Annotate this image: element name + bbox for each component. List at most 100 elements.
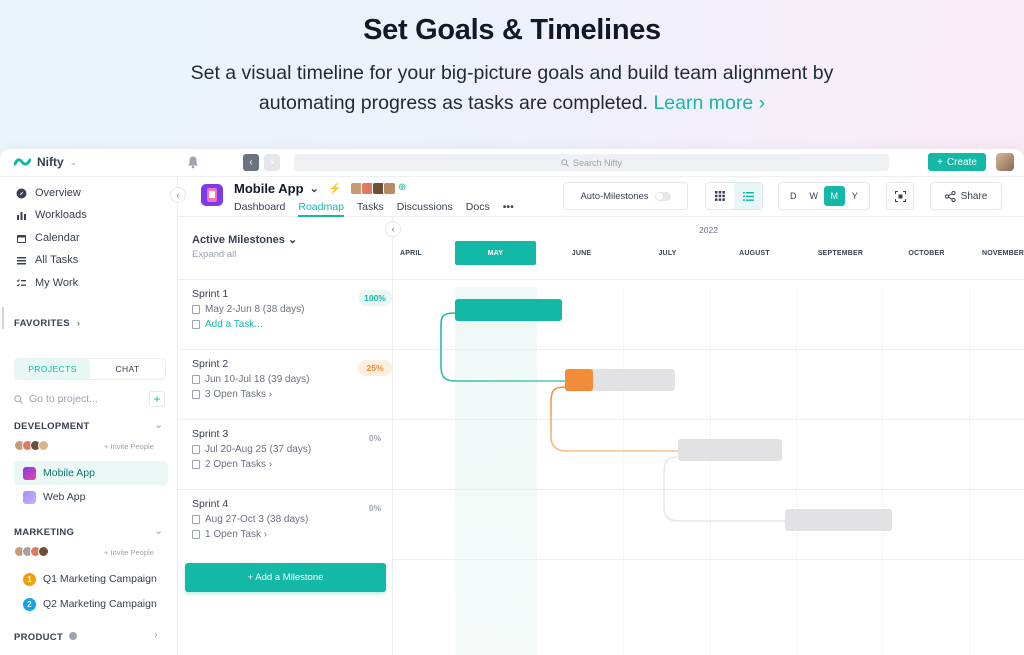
create-button[interactable]: + Create — [928, 153, 986, 171]
sidebar-item-calendar[interactable]: Calendar — [16, 232, 80, 244]
milestone-row[interactable]: Sprint 3 Jul 20-Aug 25 (37 days) 2 Open … — [178, 419, 393, 489]
milestone-row[interactable]: Sprint 4 Aug 27-Oct 3 (38 days) 1 Open T… — [178, 489, 393, 559]
gantt-bar-sprint-4[interactable] — [785, 509, 892, 531]
milestone-tasks[interactable]: Add a Task... — [192, 319, 263, 330]
chevron-down-icon[interactable]: ⌄ — [154, 524, 163, 537]
invite-people-link[interactable]: + Invite People — [104, 548, 154, 557]
calendar-icon — [192, 375, 200, 384]
hero-subtitle: Set a visual timeline for your big-pictu… — [150, 58, 874, 118]
calendar-icon — [192, 445, 200, 454]
active-milestones-dropdown[interactable]: Active Milestones ⌄ — [192, 233, 297, 246]
dependency-connectors — [440, 312, 785, 522]
milestone-row[interactable]: Sprint 2 Jun 10-Jul 18 (39 days) 3 Open … — [178, 349, 393, 419]
milestone-name: Sprint 4 — [192, 498, 229, 510]
timeline-back-button[interactable]: ‹ — [385, 221, 401, 237]
connector-sprint1-sprint2 — [440, 312, 565, 382]
section-development[interactable]: DEVELOPMENT — [14, 421, 90, 432]
share-button[interactable]: Share — [930, 182, 1002, 210]
milestone-date-text: Aug 27-Oct 3 (38 days) — [205, 514, 309, 525]
scale-week[interactable]: W — [804, 186, 825, 206]
milestone-tasks[interactable]: 2 Open Tasks › — [192, 459, 272, 470]
sidebar-item-all-tasks[interactable]: All Tasks — [16, 254, 78, 266]
sidebar-item-overview[interactable]: Overview — [16, 187, 81, 199]
brand[interactable]: Nifty ⌄ — [14, 155, 77, 169]
open-tasks-link: 3 Open Tasks › — [205, 389, 273, 400]
sidebar-item-my-work[interactable]: My Work — [16, 277, 78, 289]
sidebar-item-label: Workloads — [35, 209, 87, 221]
scale-day[interactable]: D — [783, 186, 804, 206]
milestone-tasks[interactable]: 3 Open Tasks › — [192, 389, 272, 400]
team-avatars — [14, 440, 49, 451]
tab-projects[interactable]: PROJECTS — [15, 359, 90, 379]
calendar-icon — [17, 234, 26, 243]
chevron-right-icon[interactable]: › — [154, 629, 158, 641]
project-web-app[interactable]: Web App — [14, 485, 168, 509]
add-member-icon[interactable]: ⊕ — [398, 182, 406, 193]
forward-button[interactable]: › — [264, 154, 280, 171]
gantt-bar-sprint-1[interactable] — [455, 299, 562, 321]
milestone-name: Sprint 3 — [192, 428, 229, 440]
learn-more-link[interactable]: Learn more › — [653, 92, 765, 114]
collapse-sidebar-button[interactable]: ‹ — [170, 187, 186, 203]
open-tasks-link: 1 Open Task › — [205, 529, 268, 540]
add-milestone-button[interactable]: + Add a Milestone — [185, 563, 386, 592]
add-project-button[interactable]: + — [149, 391, 165, 407]
milestone-tasks[interactable]: 1 Open Task › — [192, 529, 267, 540]
tab-discussions[interactable]: Discussions — [397, 201, 453, 217]
tab-docs[interactable]: Docs — [466, 201, 490, 217]
web-app-icon — [23, 490, 36, 504]
nifty-logo-icon — [14, 158, 31, 166]
app-window: Nifty ⌄ ‹ › Search Nifty + Create Overvi… — [0, 149, 1024, 655]
toggle-switch[interactable] — [654, 191, 671, 201]
tab-dashboard[interactable]: Dashboard — [234, 201, 285, 217]
bar-chart-icon — [17, 211, 26, 220]
checklist-icon — [16, 278, 26, 287]
project-q2-marketing[interactable]: 2 Q2 Marketing Campaign — [14, 592, 168, 616]
back-button[interactable]: ‹ — [243, 154, 259, 171]
user-avatar[interactable] — [996, 153, 1014, 171]
milestone-dates: Aug 27-Oct 3 (38 days) — [192, 514, 308, 525]
invite-people-link[interactable]: + Invite People — [104, 442, 154, 451]
gantt-bar-sprint-2[interactable] — [565, 369, 675, 391]
add-task-link: Add a Task... — [205, 319, 263, 330]
more-tabs-button[interactable]: ••• — [503, 201, 514, 217]
tab-chat[interactable]: CHAT — [90, 359, 165, 379]
plus-icon: + — [937, 156, 943, 168]
sidebar-item-workloads[interactable]: Workloads — [16, 209, 87, 221]
expand-all-link[interactable]: Expand all — [192, 249, 236, 260]
avatar — [38, 440, 49, 451]
calendar-icon — [192, 515, 200, 524]
chevron-down-icon: ⌄ — [69, 156, 78, 167]
auto-milestones-toggle[interactable]: Auto-Milestones — [563, 182, 688, 210]
search-icon — [14, 394, 23, 404]
gantt-bar-sprint-3[interactable] — [678, 439, 782, 461]
bell-icon[interactable] — [186, 155, 200, 169]
tab-roadmap[interactable]: Roadmap — [298, 201, 344, 217]
tab-tasks[interactable]: Tasks — [357, 201, 384, 217]
share-icon — [944, 190, 956, 202]
progress-badge: 0% — [368, 503, 382, 513]
project-search[interactable]: Go to project... — [14, 393, 98, 405]
milestone-row[interactable]: Sprint 1 May 2-Jun 8 (38 days) Add a Tas… — [178, 279, 393, 349]
grid-view-button[interactable] — [706, 183, 734, 209]
project-mobile-app[interactable]: Mobile App — [14, 461, 168, 485]
scale-year[interactable]: Y — [845, 186, 866, 206]
chevron-down-icon[interactable]: ⌄ — [154, 418, 163, 431]
project-members[interactable] — [350, 182, 396, 195]
search-bar[interactable]: Search Nifty — [294, 154, 889, 171]
project-title[interactable]: Mobile App ⌄ — [234, 181, 319, 196]
project-name: Q2 Marketing Campaign — [43, 598, 157, 610]
section-marketing[interactable]: MARKETING — [14, 527, 74, 538]
list-view-button[interactable] — [734, 183, 762, 209]
sidebar-item-label: Calendar — [35, 232, 80, 244]
favorites-section[interactable]: FAVORITES › — [14, 318, 80, 329]
fit-to-screen-button[interactable] — [886, 182, 914, 210]
automation-bolt-icon[interactable]: ⚡ — [328, 182, 342, 195]
grid-icon — [715, 191, 725, 201]
list-icon — [742, 191, 754, 201]
scale-month[interactable]: M — [824, 186, 845, 206]
project-q1-marketing[interactable]: 1 Q1 Marketing Campaign — [14, 567, 168, 591]
section-product[interactable]: PRODUCT — [14, 632, 78, 643]
sidebar-tabs: PROJECTS CHAT — [14, 358, 166, 380]
project-search-placeholder: Go to project... — [29, 393, 98, 405]
